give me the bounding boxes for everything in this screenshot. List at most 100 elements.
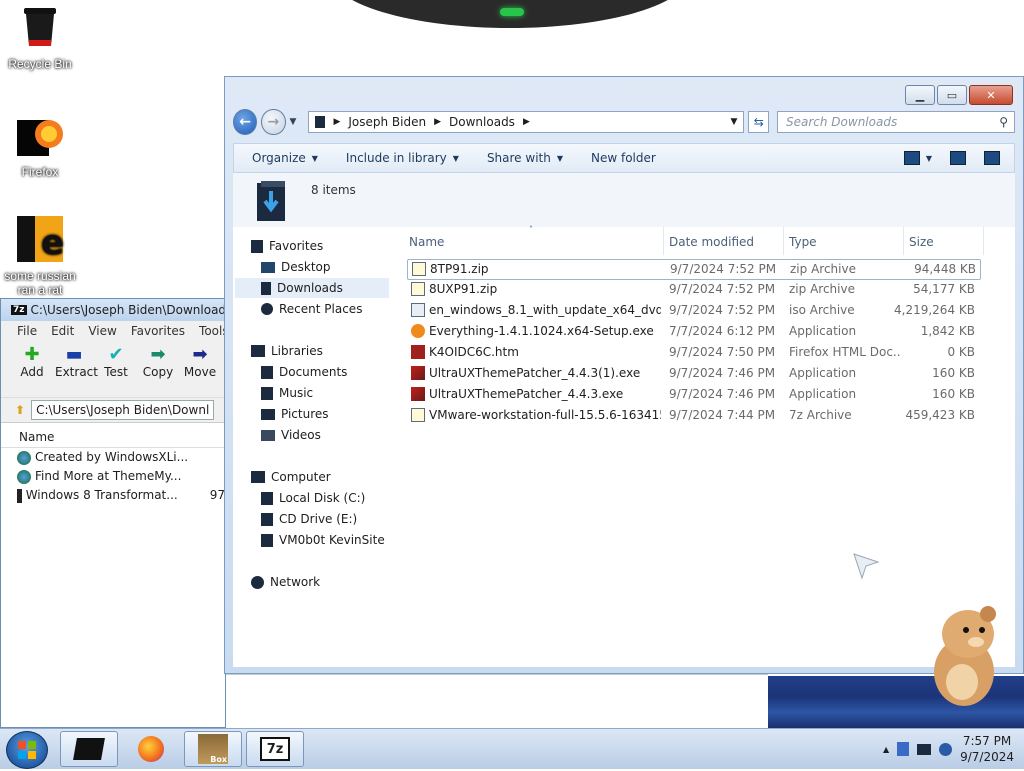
forward-button[interactable]: → — [261, 109, 286, 135]
sevenzip-path-input[interactable]: C:\Users\Joseph Biden\Downl — [31, 400, 215, 420]
list-item[interactable]: Windows 8 Transformat... 97 — [1, 486, 225, 505]
list-item[interactable]: Find More at ThemeMy... — [1, 467, 225, 486]
nav-desktop[interactable]: Desktop — [261, 257, 331, 277]
view-options-button[interactable]: ▼ — [903, 151, 932, 165]
desktop-icon-label: Firefox — [21, 165, 59, 179]
taskbar-7zip-button[interactable]: 7z — [246, 731, 304, 767]
file-row[interactable]: UltraUXThemePatcher_4.4.3(1).exe 9/7/202… — [407, 364, 979, 383]
minus-icon: ▬ — [65, 344, 83, 365]
file-name: en_windows_8.1_with_update_x64_dvd_6... — [429, 303, 661, 317]
column-date-modified[interactable]: Date modified — [669, 235, 754, 249]
nav-cd-drive[interactable]: CD Drive (E:) — [261, 509, 357, 529]
nav-label: Downloads — [277, 281, 343, 295]
volume-icon[interactable] — [939, 742, 953, 756]
breadcrumb-downloads[interactable]: Downloads — [449, 115, 515, 129]
windows-logo-icon — [18, 741, 36, 759]
new-folder-button[interactable]: New folder — [577, 151, 670, 165]
show-hidden-icons-icon[interactable]: ▲ — [883, 745, 889, 754]
minimize-button[interactable]: ▁ — [905, 85, 935, 105]
help-icon[interactable] — [984, 151, 1000, 165]
downloads-icon — [261, 281, 271, 295]
up-folder-icon[interactable]: ⬆ — [15, 403, 25, 417]
explorer-icon — [73, 738, 105, 760]
file-date: 9/7/2024 7:44 PM — [669, 408, 776, 422]
navigation-bar: ← → ▼ ▶ Joseph Biden ▶ Downloads ▶ ▼ ⇆ S… — [233, 109, 1015, 135]
back-button[interactable]: ← — [233, 109, 258, 135]
desktop-icon-label: Recycle Bin — [8, 57, 72, 71]
nav-libraries[interactable]: Libraries — [251, 341, 323, 361]
flag-icon[interactable] — [897, 742, 910, 756]
address-dropdown-icon[interactable]: ▼ — [731, 117, 744, 127]
move-button[interactable]: ➡ Move — [181, 341, 219, 397]
file-icon — [17, 488, 22, 503]
nav-downloads[interactable]: Downloads — [235, 278, 389, 298]
file-row[interactable]: UltraUXThemePatcher_4.4.3.exe 9/7/2024 7… — [407, 385, 979, 404]
address-bar[interactable]: ▶ Joseph Biden ▶ Downloads ▶ ▼ — [308, 111, 745, 133]
file-size: 54,177 KB — [913, 282, 975, 296]
desktop-icon-rat[interactable]: e some russian ran a rat — [0, 214, 80, 297]
file-row[interactable]: en_windows_8.1_with_update_x64_dvd_6... … — [407, 301, 979, 320]
refresh-button[interactable]: ⇆ — [748, 111, 769, 133]
sevenzip-title-bar[interactable]: 7z C:\Users\Joseph Biden\Downloads\8 — [1, 299, 225, 321]
status-led — [500, 8, 524, 16]
desktop-icon-firefox[interactable]: Firefox — [0, 112, 80, 179]
preview-pane-icon[interactable] — [950, 151, 966, 165]
include-in-library-button[interactable]: Include in library ▼ — [332, 151, 473, 165]
check-icon: ✔ — [108, 344, 124, 365]
cd-drive-icon — [261, 512, 273, 526]
extract-button[interactable]: ▬ Extract — [55, 341, 98, 397]
share-with-button[interactable]: Share with ▼ — [473, 151, 577, 165]
sevenzip-column-name[interactable]: Name — [1, 427, 225, 448]
nav-pictures[interactable]: Pictures — [261, 404, 329, 424]
taskbar-firefox-button[interactable] — [122, 731, 180, 767]
maximize-button[interactable]: ▭ — [937, 85, 967, 105]
nav-documents[interactable]: Documents — [261, 362, 347, 382]
file-row[interactable]: VMware-workstation-full-15.5.6-1634150..… — [407, 406, 979, 425]
nav-videos[interactable]: Videos — [261, 425, 321, 445]
menu-favorites[interactable]: Favorites — [131, 324, 185, 338]
taskbar-box-button[interactable]: Box — [184, 731, 242, 767]
clock[interactable]: 7:57 PM 9/7/2024 — [960, 733, 1014, 765]
add-button[interactable]: ✚ Add — [13, 341, 51, 397]
monitor-icon[interactable] — [917, 743, 932, 755]
nav-network[interactable]: Network — [251, 572, 320, 592]
test-button[interactable]: ✔ Test — [97, 341, 135, 397]
music-icon — [261, 386, 273, 400]
nav-local-disk[interactable]: Local Disk (C:) — [261, 488, 365, 508]
organize-button[interactable]: Organize ▼ — [234, 151, 332, 165]
nav-favorites[interactable]: Favorites — [251, 236, 323, 256]
column-size[interactable]: Size — [909, 235, 934, 249]
menu-view[interactable]: View — [88, 324, 116, 338]
column-name[interactable]: Name — [409, 235, 444, 249]
list-item[interactable]: Created by WindowsXLi... — [1, 448, 225, 467]
nav-label: VM0b0t KevinSite — [279, 533, 385, 547]
close-button[interactable]: ✕ — [969, 85, 1013, 105]
nav-music[interactable]: Music — [261, 383, 313, 403]
nav-computer[interactable]: Computer — [251, 467, 331, 487]
file-row[interactable]: 8TP91.zip 9/7/2024 7:52 PM zip Archive 9… — [407, 259, 981, 280]
add-label: Add — [20, 365, 44, 379]
desktop-icon-recycle-bin[interactable]: Recycle Bin — [0, 6, 80, 71]
menu-edit[interactable]: Edit — [51, 324, 74, 338]
breadcrumb-joseph-biden[interactable]: Joseph Biden — [348, 115, 426, 129]
search-icon: ⚲ — [999, 115, 1008, 129]
file-size: 160 KB — [932, 366, 975, 380]
search-input[interactable]: Search Downloads ⚲ — [777, 111, 1015, 133]
history-dropdown-icon[interactable]: ▼ — [290, 117, 297, 127]
menu-file[interactable]: File — [17, 324, 37, 338]
file-row[interactable]: 8UXP91.zip 9/7/2024 7:52 PM zip Archive … — [407, 280, 979, 299]
chevron-down-icon: ▼ — [452, 153, 459, 163]
taskbar-explorer-button[interactable] — [60, 731, 118, 767]
copy-arrow-icon: ➡ — [150, 344, 166, 365]
nav-recent-places[interactable]: Recent Places — [261, 299, 362, 319]
file-type: iso Archive — [789, 303, 855, 317]
list-item-name: Find More at ThemeMy... — [35, 469, 182, 483]
start-button[interactable] — [6, 731, 48, 769]
recycle-bin-icon — [24, 8, 56, 46]
app-e-icon: e — [17, 216, 64, 263]
copy-button[interactable]: ➡ Copy — [139, 341, 177, 397]
file-row[interactable]: K4OIDC6C.htm 9/7/2024 7:50 PM Firefox HT… — [407, 343, 979, 362]
column-type[interactable]: Type — [789, 235, 817, 249]
nav-network-drive[interactable]: VM0b0t KevinSite — [261, 530, 385, 550]
file-row[interactable]: Everything-1.4.1.1024.x64-Setup.exe 7/7/… — [407, 322, 979, 341]
